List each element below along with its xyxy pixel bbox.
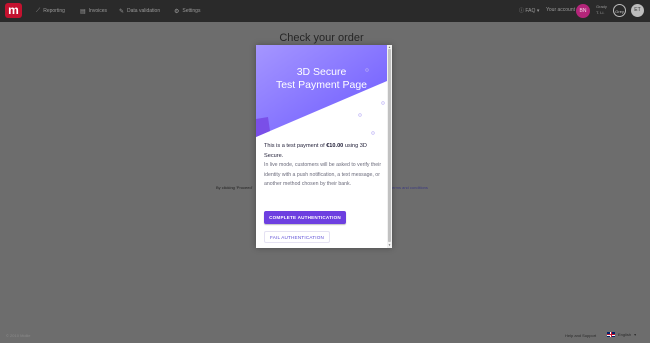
modal-title: 3D Secure Test Payment Page [256,66,387,92]
avatar[interactable]: BN [576,4,590,18]
decor-dot [358,113,362,117]
modal-content: This is a test payment of €10.00 using 3… [264,141,382,190]
page-title: Check your order [279,32,364,44]
nav-item-label: Reporting [43,8,65,14]
language-selector[interactable]: English ▾ [607,332,636,337]
organization-badge[interactable]: Grey [613,4,626,17]
payment-amount: €10.00 [326,143,344,149]
complete-authentication-button[interactable]: COMPLETE AUTHENTICATION [264,211,346,224]
help-link[interactable]: ⓘ FAQ ▾ [519,7,539,14]
user-sub: T. Li. [596,10,605,15]
banner-accent-shape [256,117,270,137]
chevron-down-icon: ▾ [634,332,637,337]
terms-text: By clicking 'Proceed' [216,185,253,190]
decor-dot [381,101,385,105]
nav-item-data-validation[interactable]: ✎ Data validation [119,7,160,15]
chevron-down-icon: ▾ [536,8,540,14]
user-info[interactable]: Grady T. Li. [596,4,607,16]
modal-title-line2: Test Payment Page [275,79,368,91]
fail-authentication-button[interactable]: FAIL AUTHENTICATION [264,231,330,243]
nav-item-settings[interactable]: ⚙ Settings [174,7,200,15]
scroll-down-arrow-icon[interactable]: ▼ [388,243,391,247]
footer-copyright: © 2010 Mollie [6,333,31,338]
decor-dot [371,131,375,135]
help-icon: ⓘ [519,8,525,14]
payment-modal: 3D Secure Test Payment Page This is a te… [256,45,392,248]
footer-help-link[interactable]: Help and Support [565,333,596,338]
modal-scrollbar[interactable]: ▲ ▼ [387,45,392,248]
payment-summary: This is a test payment of €10.00 using 3… [264,141,382,161]
top-navigation-bar: m ⟋ Reporting ▤ Invoices ✎ Data validati… [0,0,650,22]
uk-flag-icon [607,332,615,337]
summary-prefix: This is a test payment of [264,143,327,149]
modal-title-line1: 3D Secure [296,66,347,78]
terms-link[interactable]: terms and conditions [391,185,428,190]
language-label: English [618,332,632,337]
invoice-icon: ▤ [80,8,86,15]
account-link[interactable]: Your account [546,7,575,13]
nav-item-invoices[interactable]: ▤ Invoices [80,7,107,15]
mollie-logo[interactable]: m [5,3,22,18]
nav-item-label: Data validation [127,8,161,14]
modal-banner [256,45,387,137]
gear-icon: ⚙ [174,8,180,15]
nav-item-label: Invoices [88,8,108,14]
user-menu-button[interactable]: ET [631,4,644,17]
nav-item-reporting[interactable]: ⟋ Reporting [36,7,65,15]
tools-icon: ✎ [119,8,125,15]
nav-item-label: Settings [182,8,201,14]
chart-icon: ⟋ [36,7,41,14]
live-mode-description: In live mode, customers will be asked to… [264,162,382,187]
scroll-thumb[interactable] [388,49,391,242]
help-label: FAQ [525,8,536,14]
